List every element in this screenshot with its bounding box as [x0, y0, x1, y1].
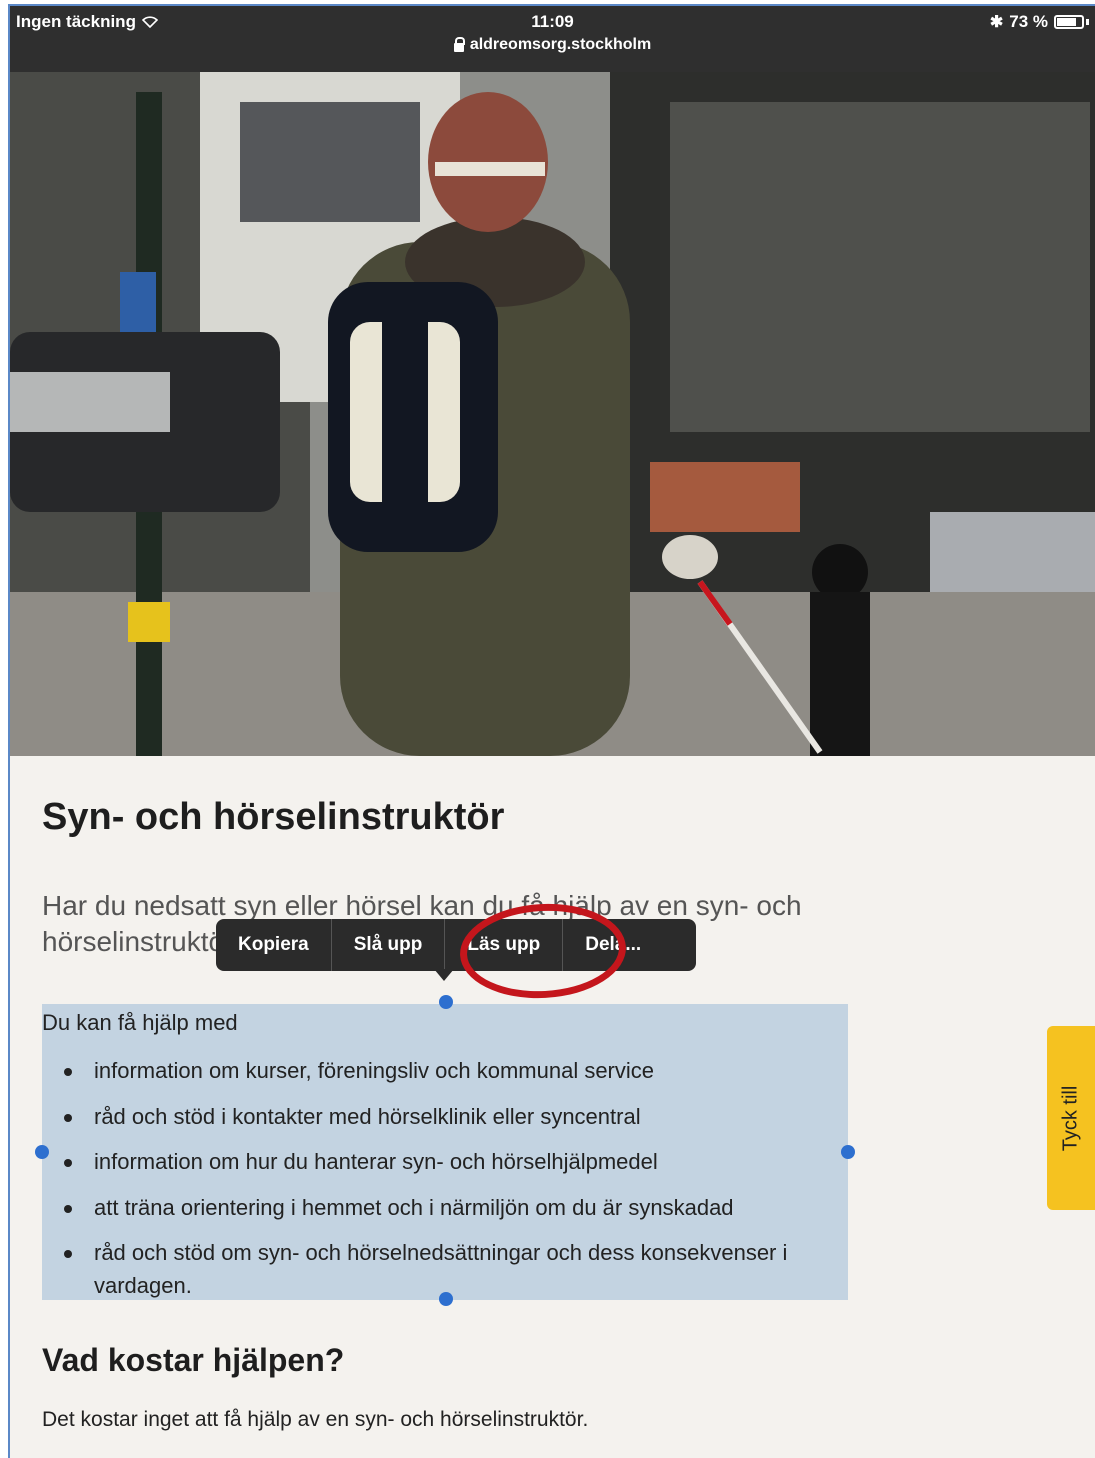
list-item: information om kurser, föreningsliv och … — [64, 1054, 854, 1087]
copy-button[interactable]: Kopiera — [216, 919, 332, 971]
list-item: information om hur du hanterar syn- och … — [64, 1145, 854, 1178]
help-intro: Du kan få hjälp med — [42, 1010, 238, 1035]
lock-icon — [453, 36, 465, 52]
feedback-label: Tyck till — [1059, 1085, 1082, 1151]
hero-photo — [10, 72, 1095, 756]
look-up-button[interactable]: Slå upp — [332, 919, 446, 971]
clock: 11:09 — [531, 12, 574, 31]
battery-percent: 73 % — [1009, 12, 1048, 31]
list-item: råd och stöd om syn- och hörselnedsättni… — [64, 1236, 854, 1302]
cost-heading: Vad kostar hjälpen? — [42, 1342, 345, 1378]
status-bar: Ingen täckning 11:09 aldreomsorg.stockho… — [10, 6, 1095, 72]
list-item: råd och stöd i kontakter med hörselklini… — [64, 1100, 854, 1133]
address-bar[interactable]: aldreomsorg.stockholm — [10, 36, 1095, 54]
help-list: information om kurser, föreningsliv och … — [64, 1054, 854, 1315]
hero-illustration — [10, 72, 1095, 756]
battery-tip — [1086, 19, 1089, 25]
selection-handle-left[interactable] — [35, 1145, 49, 1159]
selection-handle-right[interactable] — [841, 1145, 855, 1159]
list-item: att träna orientering i hemmet och i när… — [64, 1191, 854, 1224]
battery-icon — [1054, 15, 1084, 29]
browser-viewport: Ingen täckning 11:09 aldreomsorg.stockho… — [8, 4, 1095, 1458]
selection-handle-top[interactable] — [439, 995, 453, 1009]
feedback-tab[interactable]: Tyck till — [1047, 1026, 1095, 1210]
url-text: aldreomsorg.stockholm — [469, 36, 652, 53]
selection-handle-bottom[interactable] — [439, 1292, 453, 1306]
cost-text: Det kostar inget att få hjälp av en syn-… — [42, 1408, 589, 1431]
battery-status: ✱ 73 % — [990, 12, 1089, 32]
bluetooth-icon: ✱ — [989, 14, 1004, 31]
page-title: Syn- och hörselinstruktör — [42, 796, 505, 838]
context-menu-pointer — [434, 969, 454, 981]
